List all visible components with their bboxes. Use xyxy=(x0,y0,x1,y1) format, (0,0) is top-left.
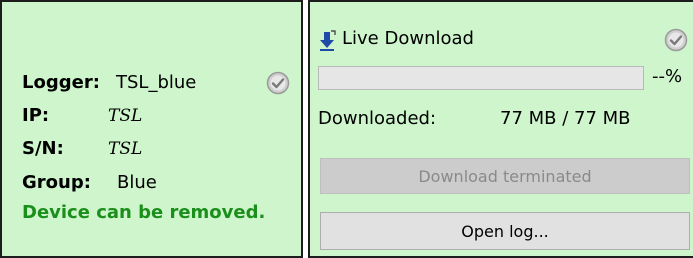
download-arrow-icon xyxy=(318,30,336,52)
sn-label: S/N: xyxy=(22,138,64,159)
downloaded-label: Downloaded: xyxy=(318,108,437,129)
ip-value: TSL xyxy=(108,106,143,126)
open-log-button[interactable]: Open log... xyxy=(320,212,690,250)
group-value: Blue xyxy=(117,172,157,193)
device-status-message: Device can be removed. xyxy=(22,202,266,223)
check-circle-icon xyxy=(664,28,688,52)
group-label: Group: xyxy=(22,172,91,193)
download-progress-bar xyxy=(318,66,644,90)
logger-label: Logger: xyxy=(22,72,100,93)
live-download-title: Live Download xyxy=(342,28,474,49)
logger-row: Logger: TSL_blue xyxy=(22,72,196,94)
ip-label: IP: xyxy=(22,105,50,126)
download-terminated-button: Download terminated xyxy=(320,158,690,194)
check-circle-icon xyxy=(266,71,290,95)
sn-value: TSL xyxy=(108,139,143,159)
downloaded-value: 77 MB / 77 MB xyxy=(500,108,631,129)
ip-row: IP: TSL xyxy=(22,105,142,127)
sn-row: S/N: TSL xyxy=(22,138,142,160)
logger-value: TSL_blue xyxy=(116,72,197,93)
download-progress-percent: --% xyxy=(652,66,683,87)
group-row: Group: Blue xyxy=(22,172,157,194)
